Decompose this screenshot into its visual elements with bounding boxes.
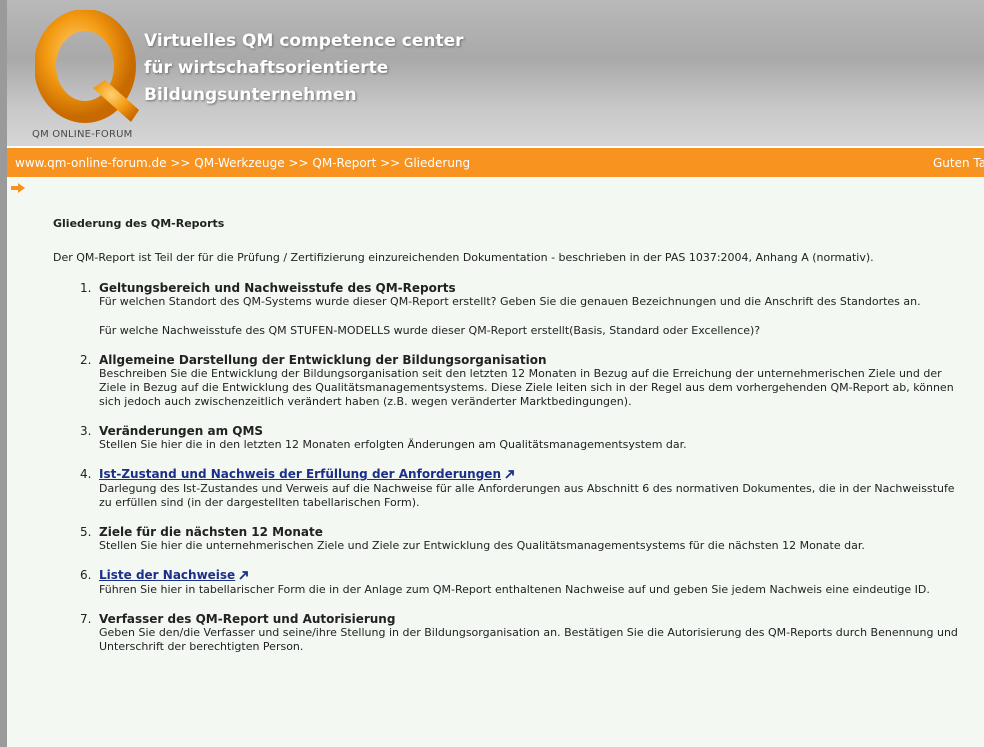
- item-number: 7.: [80, 612, 92, 626]
- item-text: Für welchen Standort des QM-Systems wurd…: [99, 295, 921, 308]
- page: Virtuelles QM competence center für wirt…: [0, 0, 984, 747]
- forum-label: QM ONLINE-FORUM: [32, 129, 133, 140]
- arrow-right-icon: [11, 183, 25, 193]
- outline-list: 1. Geltungsbereich und Nachweisstufe des…: [53, 281, 963, 654]
- list-item: 4. Ist-Zustand und Nachweis der Erfüllun…: [53, 467, 963, 510]
- site-title-line: Virtuelles QM competence center: [144, 31, 464, 51]
- breadcrumb-bar: www.qm-online-forum.de >> QM-Werkzeuge >…: [7, 148, 984, 177]
- item-text: Führen Sie hier in tabellarischer Form d…: [99, 583, 930, 596]
- item-link-row: Liste der Nachweise: [99, 568, 963, 583]
- list-item: 2. Allgemeine Darstellung der Entwicklun…: [53, 353, 963, 409]
- liste-der-nachweise-link[interactable]: Liste der Nachweise: [99, 568, 235, 582]
- qm-logo: [35, 10, 139, 123]
- page-title: Gliederung des QM-Reports: [53, 217, 225, 230]
- item-number: 3.: [80, 424, 92, 438]
- ist-zustand-link[interactable]: Ist-Zustand und Nachweis der Erfüllung d…: [99, 467, 501, 481]
- list-item: 5. Ziele für die nächsten 12 Monate Stel…: [53, 525, 963, 553]
- item-extra-text: Für welche Nachweisstufe des QM STUFEN-M…: [99, 324, 761, 337]
- site-title-line: Bildungsunternehmen: [144, 85, 357, 105]
- item-text: Stellen Sie hier die in den letzten 12 M…: [99, 438, 687, 451]
- item-number: 5.: [80, 525, 92, 539]
- item-number: 2.: [80, 353, 92, 367]
- item-title: Verfasser des QM-Report und Autorisierun…: [99, 612, 396, 626]
- item-link-row: Ist-Zustand und Nachweis der Erfüllung d…: [99, 467, 963, 482]
- content-area: Gliederung des QM-Reports Der QM-Report …: [7, 177, 984, 747]
- report-outline: Gliederung des QM-Reports Der QM-Report …: [53, 217, 963, 669]
- list-item: 7. Verfasser des QM-Report und Autorisie…: [53, 612, 963, 654]
- list-item: 6. Liste der Nachweise Führen Sie hier i…: [53, 568, 963, 597]
- item-text: Beschreiben Sie die Entwicklung der Bild…: [99, 367, 954, 408]
- item-title: Veränderungen am QMS: [99, 424, 264, 438]
- intro-text: Der QM-Report ist Teil der für die Prüfu…: [53, 251, 874, 264]
- breadcrumb[interactable]: www.qm-online-forum.de >> QM-Werkzeuge >…: [15, 156, 470, 170]
- external-link-icon[interactable]: [505, 469, 515, 479]
- item-number: 1.: [80, 281, 92, 295]
- item-title: Ziele für die nächsten 12 Monate: [99, 525, 323, 539]
- item-text: Darlegung des Ist-Zustandes und Verweis …: [99, 482, 955, 509]
- greeting-text: Guten Ta: [933, 156, 984, 170]
- item-title: Geltungsbereich und Nachweisstufe des QM…: [99, 281, 456, 295]
- item-text: Stellen Sie hier die unternehmerischen Z…: [99, 539, 865, 552]
- item-number: 6.: [80, 568, 92, 582]
- window-left-edge: [0, 0, 7, 747]
- item-number: 4.: [80, 467, 92, 481]
- external-link-icon[interactable]: [239, 570, 249, 580]
- list-item: 3. Veränderungen am QMS Stellen Sie hier…: [53, 424, 963, 452]
- site-title: Virtuelles QM competence center für wirt…: [144, 28, 464, 109]
- item-title: Allgemeine Darstellung der Entwicklung d…: [99, 353, 547, 367]
- list-item: 1. Geltungsbereich und Nachweisstufe des…: [53, 281, 963, 338]
- site-header: Virtuelles QM competence center für wirt…: [7, 0, 984, 146]
- item-text: Geben Sie den/die Verfasser und seine/ih…: [99, 626, 958, 653]
- site-title-line: für wirtschaftsorientierte: [144, 58, 389, 78]
